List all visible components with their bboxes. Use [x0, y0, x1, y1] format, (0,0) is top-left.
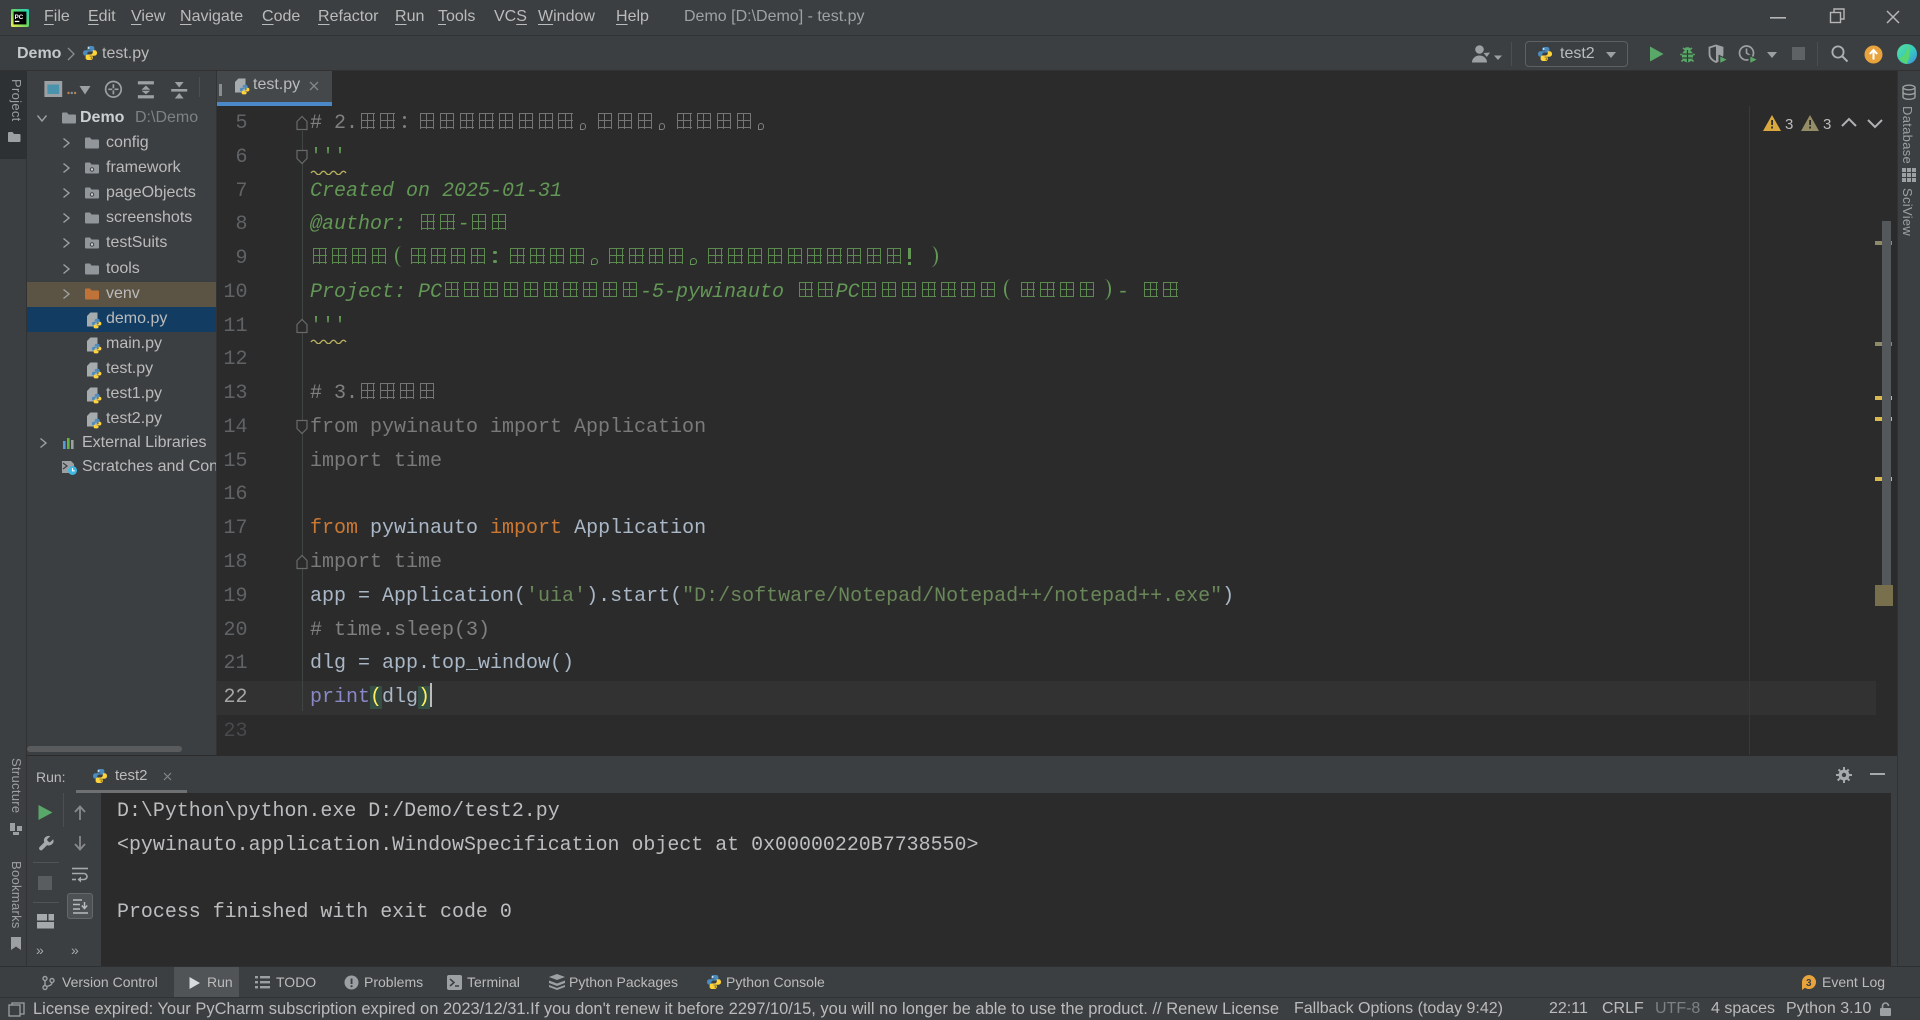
svg-text:3: 3 [1806, 978, 1812, 989]
svg-text:PC: PC [15, 14, 24, 21]
svg-text:3: 3 [1785, 116, 1793, 133]
svg-text:3: 3 [1823, 116, 1831, 133]
